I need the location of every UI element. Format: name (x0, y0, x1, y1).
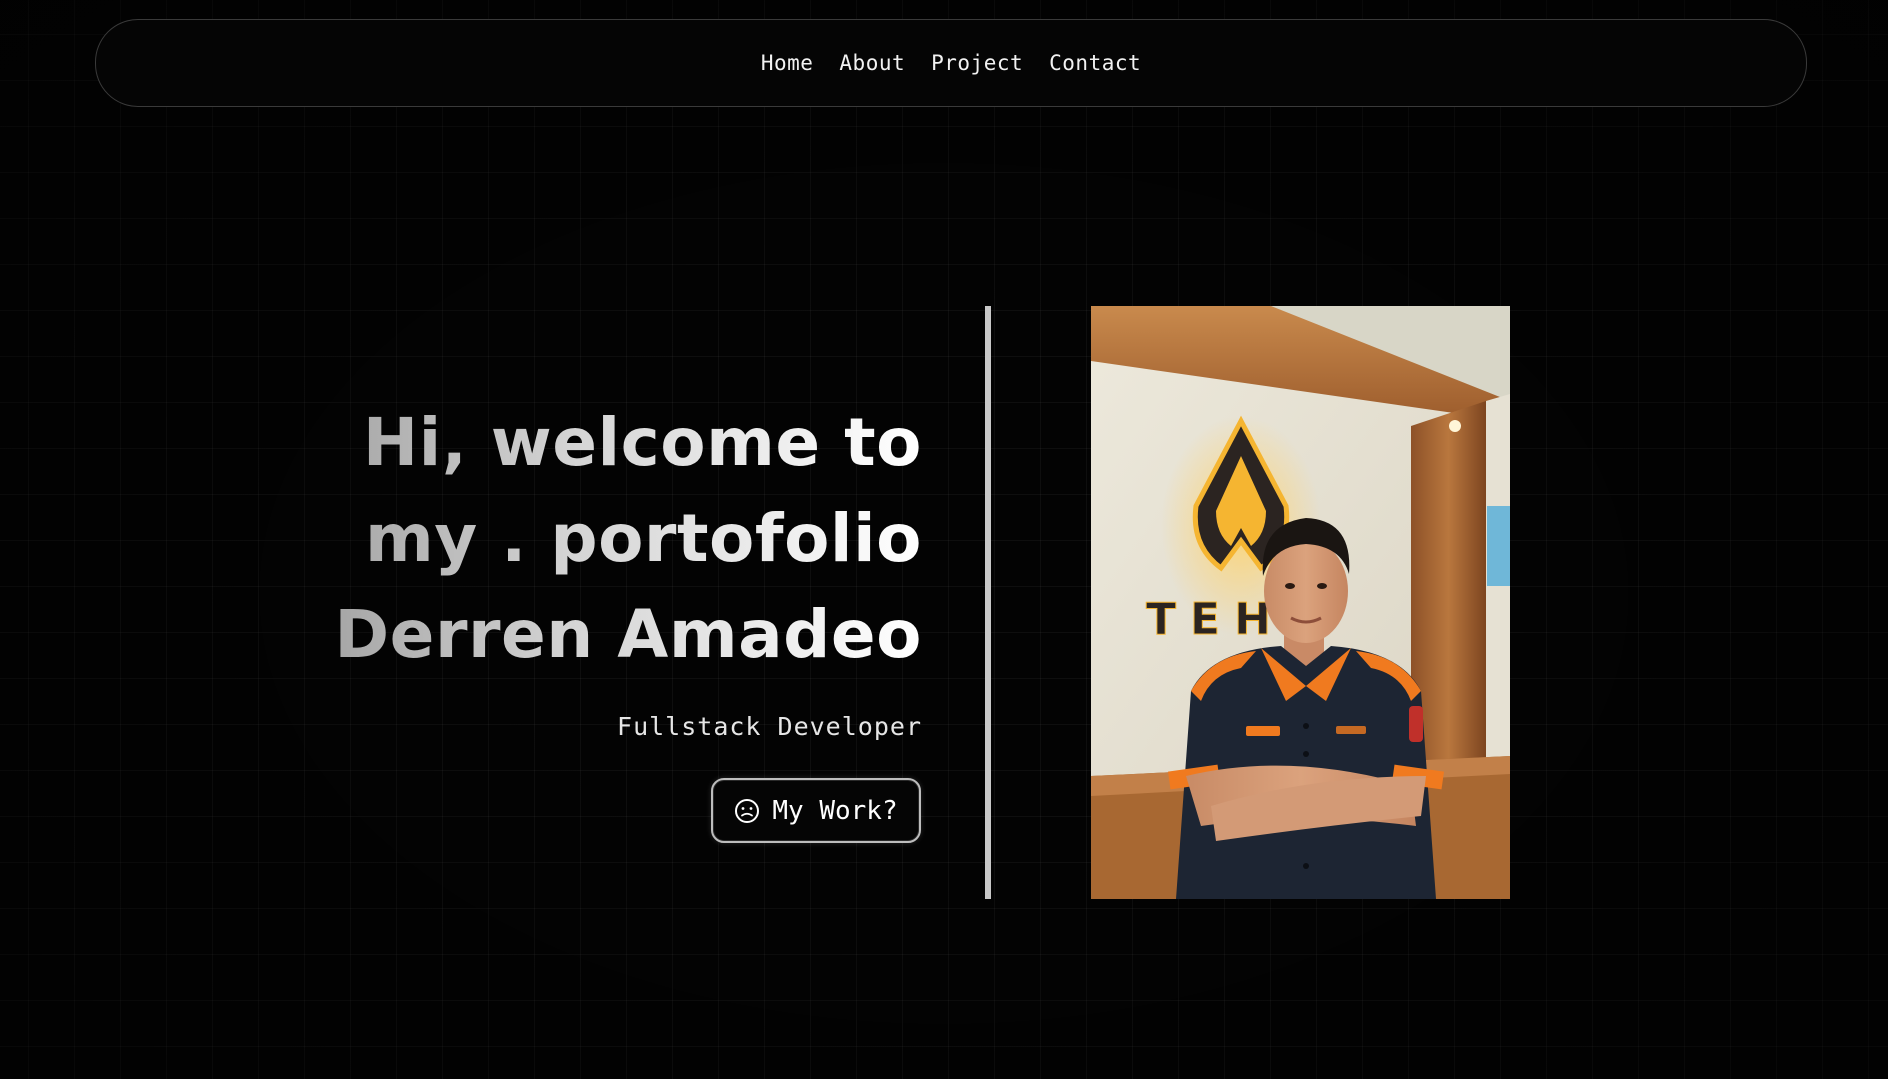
profile-photo: TEH (1091, 306, 1510, 899)
hero-heading-line-2: my . portofolio (282, 491, 922, 587)
smiley-icon (734, 798, 760, 824)
portfolio-page: Home About Project Contact Hi, welcome t… (0, 0, 1888, 1079)
my-work-button[interactable]: My Work? (711, 778, 921, 843)
nav-link-project[interactable]: Project (931, 51, 1023, 75)
hero-role: Fullstack Developer (617, 712, 922, 741)
hero-heading-line-3: Derren Amadeo (282, 587, 922, 683)
photo-sign-text: TEH (1146, 594, 1285, 645)
nav-link-contact[interactable]: Contact (1049, 51, 1141, 75)
hero-heading: Hi, welcome to my . portofolio Derren Am… (282, 395, 922, 683)
nav-link-about[interactable]: About (839, 51, 905, 75)
nav-link-home[interactable]: Home (761, 51, 814, 75)
navbar: Home About Project Contact (95, 19, 1807, 107)
hero-heading-line-1: Hi, welcome to (282, 395, 922, 491)
my-work-button-label: My Work? (772, 795, 898, 826)
vertical-divider (985, 306, 991, 899)
nav-list: Home About Project Contact (761, 51, 1141, 75)
